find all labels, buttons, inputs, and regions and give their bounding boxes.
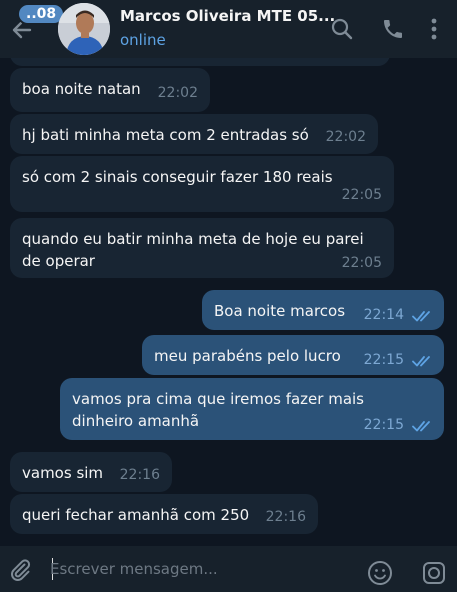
message-text: queri fechar amanhã com 250 <box>22 506 250 524</box>
message-time: 22:05 <box>341 187 382 203</box>
chat-header: ..08 Marcos Oliveira MTE 05... online <box>0 0 457 58</box>
message-text: boa noite natan <box>22 80 141 98</box>
message-time: 22:15 <box>363 417 404 433</box>
message-bubble[interactable]: quando eu batir minha meta de hoje eu pa… <box>10 218 394 278</box>
message-time: 22:02 <box>325 129 366 145</box>
message-bubble[interactable]: boa noite natan 22:02 <box>10 68 210 112</box>
message-list[interactable]: boa noite natan 22:02 hj bati minha meta… <box>0 52 457 546</box>
message-time: 22:15 <box>363 352 404 368</box>
emoji-icon[interactable] <box>367 560 393 586</box>
message-text: Boa noite marcos <box>214 302 346 320</box>
message-bubble[interactable]: queri fechar amanhã com 250 22:16 <box>10 494 318 534</box>
more-vertical-icon[interactable] <box>424 17 444 41</box>
message-time: 22:14 <box>363 307 404 323</box>
contact-status: online <box>120 31 166 49</box>
double-check-icon <box>412 356 430 367</box>
message-time: 22:02 <box>157 85 198 101</box>
message-time: 22:16 <box>265 509 306 525</box>
double-check-icon <box>412 311 430 322</box>
avatar[interactable] <box>58 3 110 55</box>
double-check-icon <box>412 421 430 432</box>
message-text: vamos sim <box>22 464 104 482</box>
message-composer: Escrever mensagem... <box>0 546 457 592</box>
camera-icon[interactable] <box>421 560 447 586</box>
message-bubble[interactable]: só com 2 sinais conseguir fazer 180 reai… <box>10 156 394 212</box>
search-icon[interactable] <box>330 17 354 41</box>
message-text: meu parabéns pelo lucro <box>154 347 341 365</box>
message-bubble[interactable]: vamos sim 22:16 <box>10 452 172 492</box>
message-text: hj bati minha meta com 2 entradas só <box>22 126 309 144</box>
message-bubble[interactable]: hj bati minha meta com 2 entradas só 22:… <box>10 114 378 154</box>
message-input[interactable]: Escrever mensagem... <box>50 560 350 578</box>
message-text: quando eu batir minha meta de hoje eu pa… <box>22 230 364 270</box>
message-time: 22:16 <box>119 467 160 483</box>
message-text: só com 2 sinais conseguir fazer 180 reai… <box>22 168 333 186</box>
message-text: vamos pra cima que iremos fazer mais din… <box>72 390 365 430</box>
phone-icon[interactable] <box>381 17 405 41</box>
message-time: 22:05 <box>341 255 382 271</box>
contact-name[interactable]: Marcos Oliveira MTE 05... <box>120 7 335 25</box>
message-bubble[interactable]: meu parabéns pelo lucro 22:15 <box>142 335 444 375</box>
message-bubble[interactable]: vamos pra cima que iremos fazer mais din… <box>60 378 444 440</box>
message-bubble[interactable]: Boa noite marcos 22:14 <box>202 290 444 330</box>
avatar-photo <box>58 3 110 55</box>
attach-icon[interactable] <box>8 558 32 582</box>
